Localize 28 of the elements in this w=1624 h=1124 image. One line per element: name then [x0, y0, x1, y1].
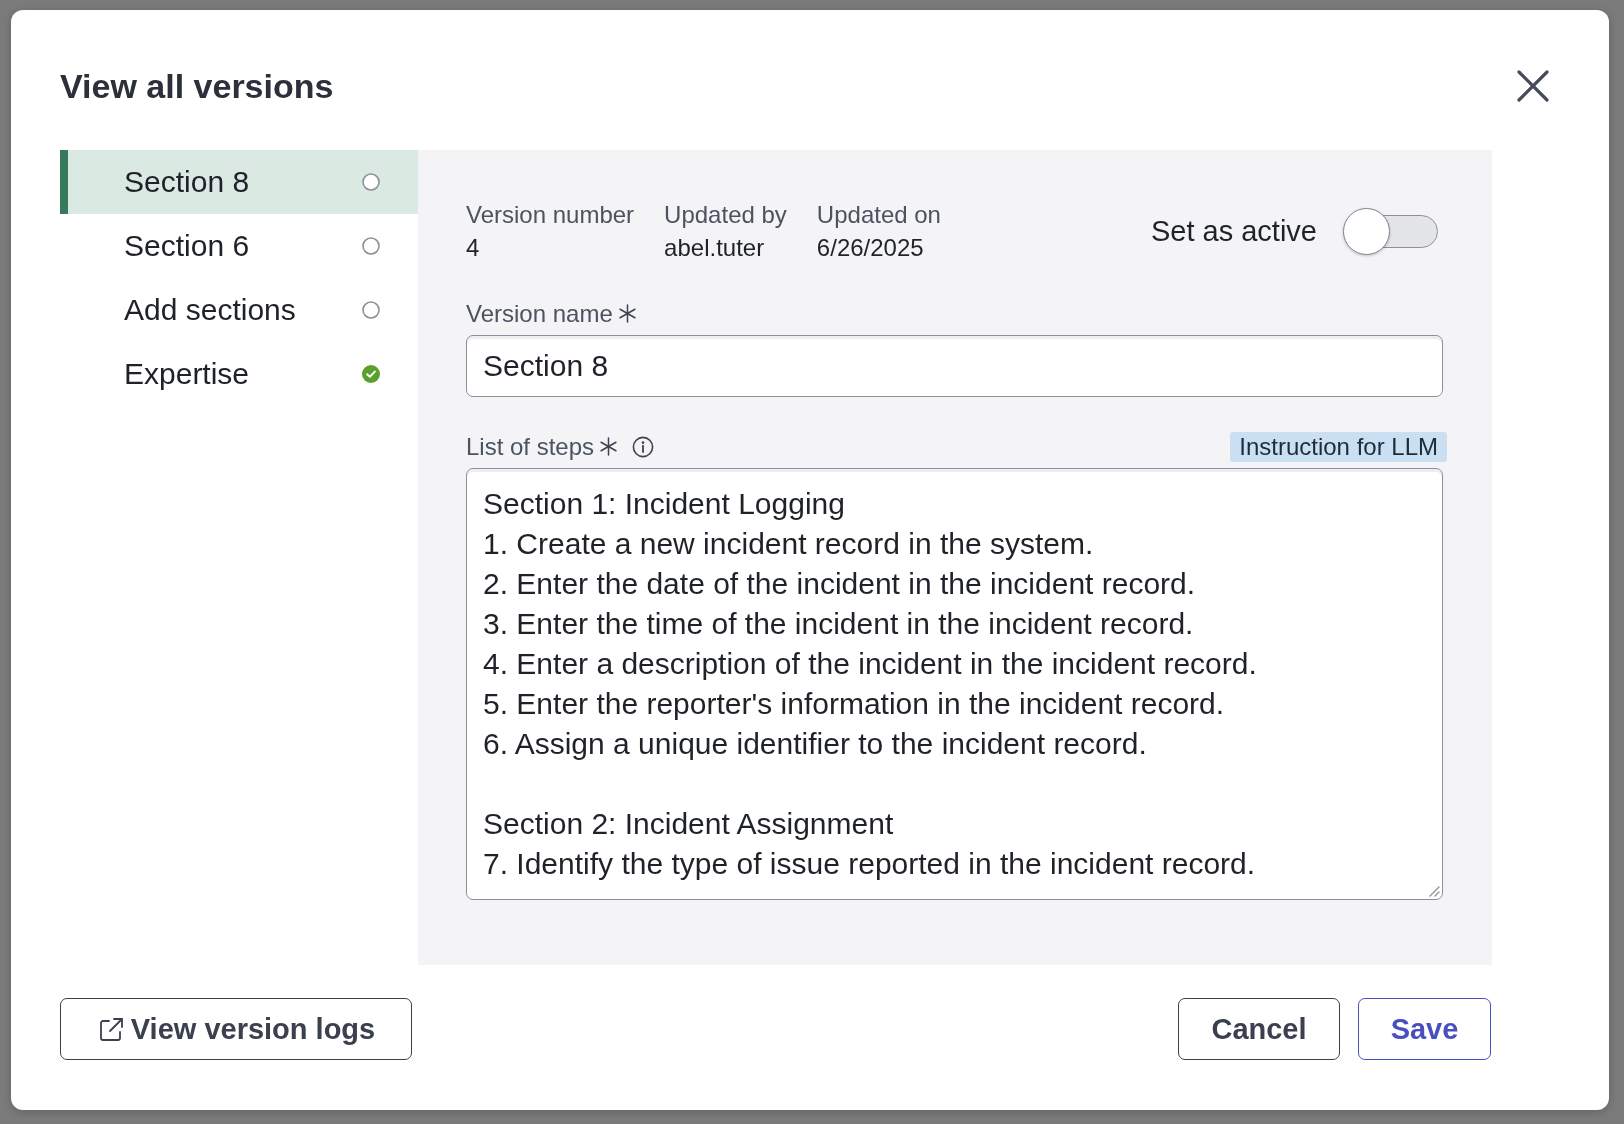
view-logs-button[interactable]: View version logs	[60, 998, 412, 1060]
version-item[interactable]: Add sections	[60, 278, 418, 342]
dialog-title: View all versions	[60, 66, 334, 106]
llm-tag: Instruction for LLM	[1230, 431, 1447, 462]
info-icon[interactable]	[632, 435, 655, 458]
resize-grip-icon[interactable]	[1427, 884, 1440, 897]
version-item[interactable]: Section 8	[60, 150, 418, 214]
steps-textarea[interactable]: Section 1: Incident Logging 1. Create a new incident record in the system. 2. Enter the date of the incident in the incident record. 3. Enter the time of the incident in the incident record. 4. Enter a description of the incident in the incident record. 5. Enter the reporter's information in the incident record. 6. Assign a unique identifier to the incident record. Section 2: Incident Assignment 7. Identify the type of issue reported in the incident record.	[466, 468, 1443, 900]
meta-label: Updated by	[664, 200, 787, 230]
version-name: Section 6	[124, 229, 250, 263]
toggle-switch[interactable]	[1343, 207, 1438, 255]
meta-value: abel.tuter	[664, 233, 766, 263]
version-name: Section 8	[124, 165, 250, 199]
meta-label: Version number	[466, 200, 635, 230]
meta-label: Updated on	[816, 200, 941, 230]
version-item[interactable]: Section 6	[60, 214, 418, 278]
save-button[interactable]: Save	[1358, 998, 1491, 1060]
version-name: Expertise	[124, 357, 250, 391]
version-name: Add sections	[124, 293, 296, 327]
field-label: Version name	[466, 299, 613, 329]
field-label: List of steps	[466, 432, 595, 462]
close-icon[interactable]	[1516, 69, 1550, 103]
version-item[interactable]: Expertise	[60, 342, 418, 406]
meta-value: 6/26/2025	[816, 233, 925, 263]
version-name-input[interactable]: Section 8	[466, 335, 1443, 397]
cancel-button[interactable]: Cancel	[1178, 998, 1340, 1060]
toggle-label: Set as active	[1150, 214, 1317, 248]
meta-value: 4	[466, 233, 481, 263]
